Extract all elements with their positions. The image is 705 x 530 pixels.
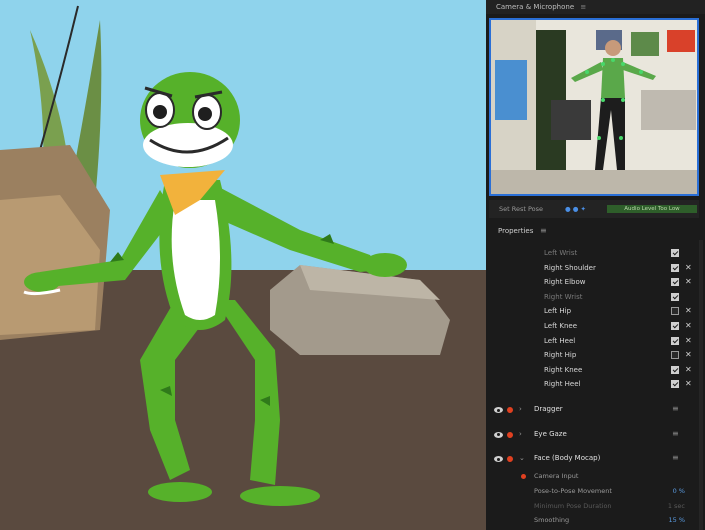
joint-checkbox[interactable]: [671, 278, 679, 287]
face-param-value[interactable]: 0 %: [673, 487, 685, 495]
visibility-eye-icon[interactable]: [494, 431, 503, 438]
properties-header: Properties ≡: [486, 224, 705, 240]
properties-scrollbar[interactable]: [699, 240, 703, 530]
joint-label: Left Knee: [544, 322, 578, 330]
camera-preview: [489, 18, 699, 196]
camera-panel-header: Camera & Microphone ≡: [486, 0, 705, 14]
joint-checkbox[interactable]: [671, 351, 679, 360]
right-panel: Camera & Microphone ≡ Set Rest Pose ● ● …: [486, 0, 705, 530]
joint-label: Left Hip: [544, 307, 572, 316]
behavior-row[interactable]: › Eye Gaze ≡: [486, 428, 705, 446]
behavior-menu-icon[interactable]: ≡: [672, 404, 679, 413]
remove-joint-icon[interactable]: ✕: [685, 365, 692, 374]
face-param-row[interactable]: Pose-to-Pose Movement 0 %: [486, 485, 705, 499]
expand-chevron-icon[interactable]: ›: [519, 430, 522, 438]
behavior-row[interactable]: ⌄ Face (Body Mocap) ≡: [486, 452, 705, 470]
panel-menu-icon[interactable]: ≡: [580, 3, 586, 11]
joint-label: Right Hip: [544, 351, 577, 360]
face-param-name: Camera Input: [534, 472, 579, 480]
frog-scene-art: [0, 0, 486, 530]
behavior-row[interactable]: › Dragger ≡: [486, 403, 705, 421]
joint-label: Right Heel: [544, 380, 581, 389]
face-param-name: Minimum Pose Duration: [534, 501, 612, 510]
record-arm-icon[interactable]: [507, 431, 513, 438]
behavior-name: Dragger: [534, 405, 563, 413]
set-rest-pose-button[interactable]: Set Rest Pose: [499, 200, 543, 218]
face-param-row[interactable]: Camera Input: [486, 470, 705, 484]
joint-label: Right Elbow: [544, 278, 586, 287]
visibility-eye-icon[interactable]: [494, 407, 503, 413]
joint-row: Right Wrist: [486, 291, 705, 305]
expand-chevron-icon[interactable]: ›: [519, 405, 522, 413]
face-param-row[interactable]: Smoothing 15 %: [486, 514, 705, 528]
behavior-menu-icon[interactable]: ≡: [672, 453, 679, 462]
joint-checkbox[interactable]: [671, 263, 679, 272]
camera-input-dot-icon: [521, 474, 526, 479]
remove-joint-icon[interactable]: ✕: [685, 277, 692, 286]
joint-checkbox[interactable]: [671, 322, 679, 330]
joint-label: Left Heel: [544, 336, 576, 345]
joint-checkbox[interactable]: [671, 307, 679, 316]
audio-level-indicator: Audio Level Too Low: [607, 205, 697, 213]
record-arm-icon[interactable]: [507, 407, 513, 413]
remove-joint-icon[interactable]: ✕: [685, 321, 692, 330]
record-arm-icon[interactable]: [507, 456, 513, 462]
joint-checkbox[interactable]: [671, 336, 679, 345]
visibility-eye-icon[interactable]: [494, 456, 503, 462]
properties-title: Properties: [498, 227, 534, 235]
camera-panel-title: Camera & Microphone: [496, 3, 575, 11]
joint-row: Right Shoulder ✕: [486, 262, 705, 276]
joint-row: Right Heel ✕: [486, 378, 705, 392]
remove-joint-icon[interactable]: ✕: [685, 306, 692, 315]
joint-label: Right Knee: [544, 365, 583, 374]
joint-checkbox[interactable]: [671, 249, 679, 257]
body-tracking-icon[interactable]: ✦: [581, 205, 586, 213]
face-param-name: Smoothing: [534, 516, 570, 525]
joint-row: Right Elbow ✕: [486, 276, 705, 290]
joint-row: Left Heel ✕: [486, 335, 705, 349]
behavior-menu-icon[interactable]: ≡: [672, 429, 679, 438]
behavior-name: Eye Gaze: [534, 429, 567, 438]
remove-joint-icon[interactable]: ✕: [685, 263, 692, 272]
camera-toggle-icon[interactable]: ●: [565, 205, 571, 213]
microphone-icon[interactable]: ●: [573, 205, 579, 213]
joint-row: Left Wrist: [486, 247, 705, 261]
joint-label: Right Wrist: [544, 292, 583, 301]
webcam-feed-image: [491, 20, 697, 194]
face-param-row[interactable]: Minimum Pose Duration 1 sec: [486, 500, 705, 514]
remove-joint-icon[interactable]: ✕: [685, 350, 692, 359]
joint-row: Right Hip ✕: [486, 349, 705, 363]
joint-checkbox[interactable]: [671, 380, 679, 389]
joint-label: Left Wrist: [544, 249, 578, 257]
joint-row: Left Knee ✕: [486, 320, 705, 334]
properties-menu-icon[interactable]: ≡: [540, 226, 547, 235]
input-toggles: ● ● ✦: [565, 200, 586, 218]
remove-joint-icon[interactable]: ✕: [685, 336, 692, 345]
joint-row: Left Hip ✕: [486, 305, 705, 319]
joint-row: Right Knee ✕: [486, 364, 705, 378]
joint-label: Right Shoulder: [544, 263, 596, 272]
joint-checkbox[interactable]: [671, 292, 679, 301]
expand-chevron-icon[interactable]: ⌄: [519, 454, 525, 462]
face-param-value[interactable]: 1 sec: [668, 502, 685, 510]
joint-checkbox[interactable]: [671, 365, 679, 374]
character-scene: [0, 0, 486, 530]
camera-controls: Set Rest Pose ● ● ✦ Audio Level Too Low: [489, 200, 699, 218]
behavior-name: Face (Body Mocap): [534, 454, 601, 462]
face-param-value[interactable]: 15 %: [668, 516, 685, 524]
face-param-name: Pose-to-Pose Movement: [534, 486, 612, 495]
remove-joint-icon[interactable]: ✕: [685, 379, 692, 388]
